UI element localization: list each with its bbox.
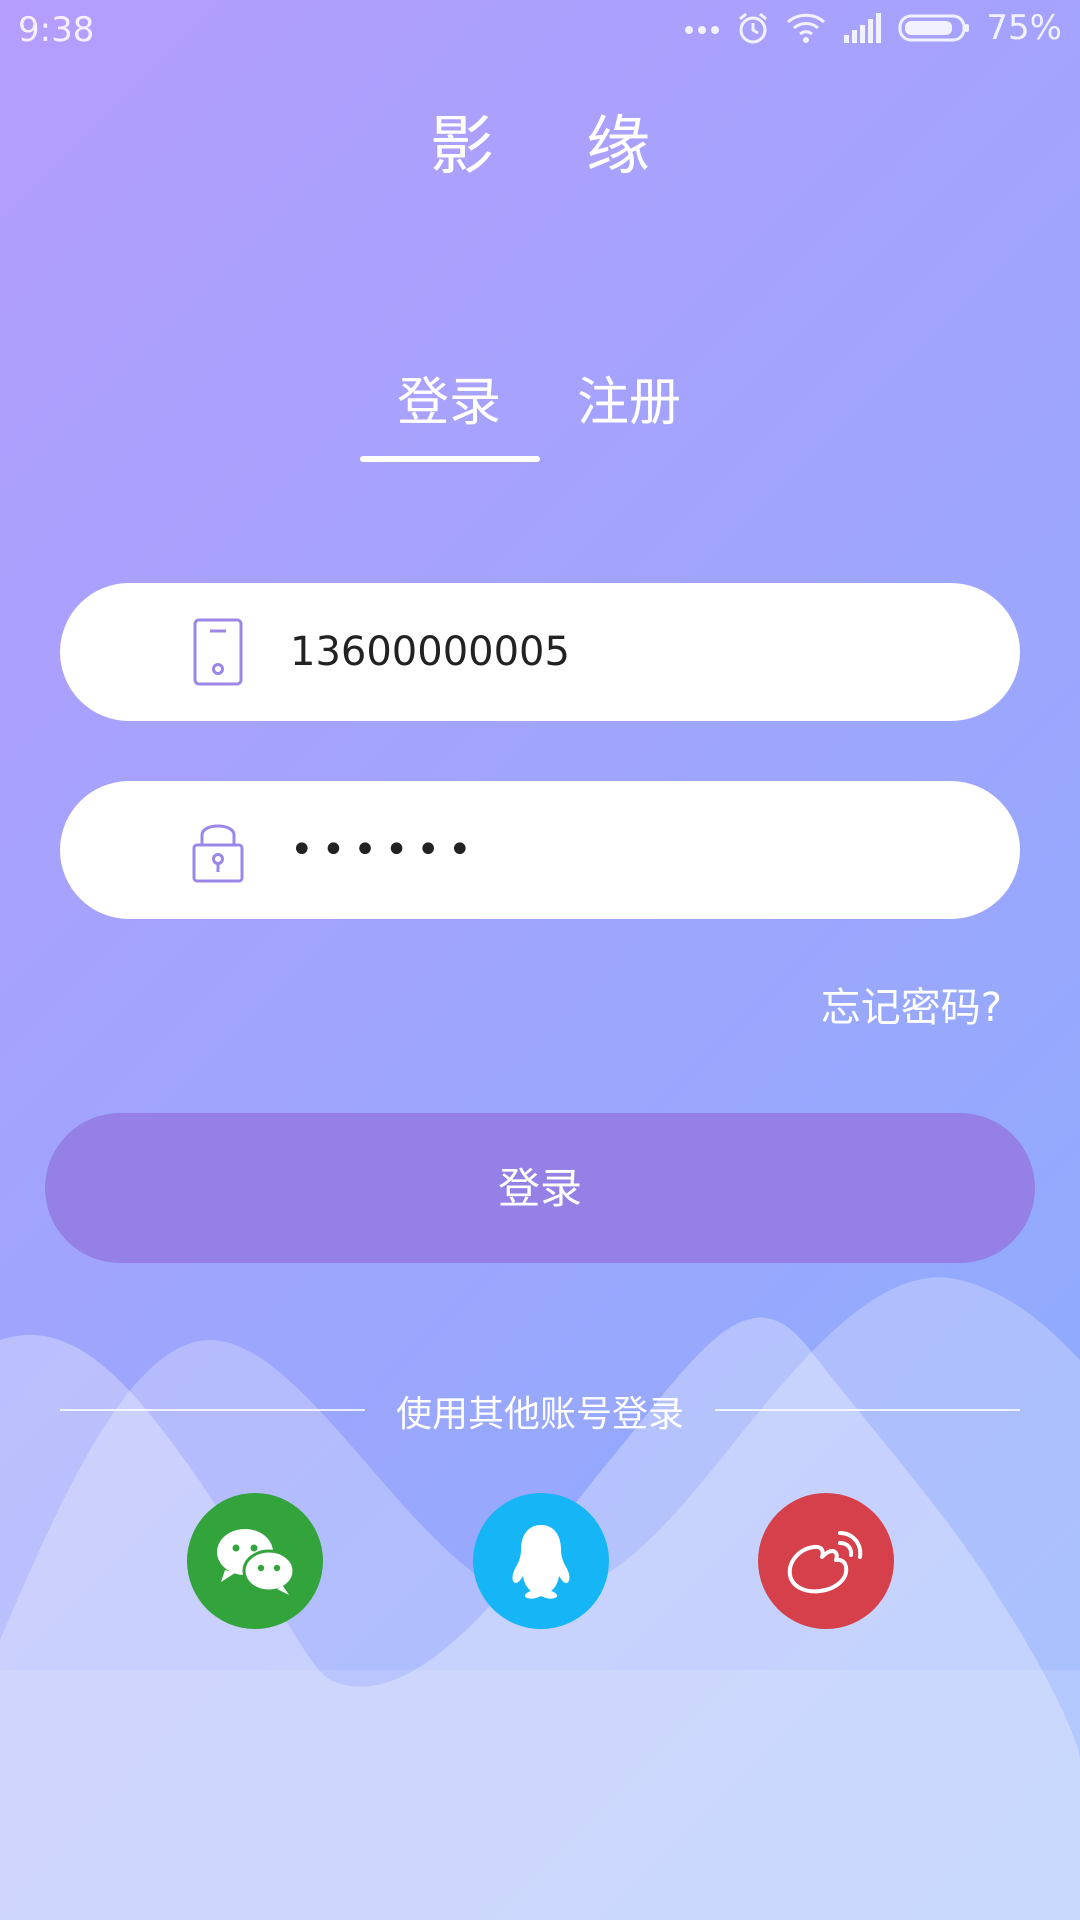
- phone-field[interactable]: [60, 583, 1020, 721]
- alarm-icon: [739, 12, 768, 44]
- status-bar: 9:38 75%: [0, 0, 1080, 60]
- battery-percent: 75%: [986, 8, 1062, 48]
- tab-active-indicator: [360, 456, 540, 462]
- wechat-login-button[interactable]: [187, 1493, 323, 1629]
- wifi-icon: [787, 13, 826, 43]
- password-input[interactable]: ••••••: [290, 815, 970, 885]
- qq-icon: [512, 1525, 570, 1599]
- weibo-icon: [787, 1531, 863, 1594]
- login-button[interactable]: 登录: [45, 1113, 1035, 1263]
- phone-input[interactable]: [290, 617, 970, 687]
- tab-register[interactable]: 注册: [577, 360, 681, 435]
- other-login-section: 使用其他账号登录: [0, 1385, 1080, 1445]
- lock-icon: [192, 824, 244, 883]
- qq-login-button[interactable]: [473, 1493, 609, 1629]
- other-login-label: 使用其他账号登录: [395, 1394, 684, 1435]
- battery-icon: [898, 14, 970, 42]
- signal-icon: [844, 13, 882, 43]
- tab-login[interactable]: 登录: [397, 360, 501, 435]
- password-field[interactable]: ••••••: [60, 781, 1020, 919]
- more-dots-icon: [685, 26, 720, 34]
- wechat-icon: [217, 1529, 296, 1595]
- auth-tabs: 登录 注册: [0, 360, 1080, 470]
- status-time: 9:38: [18, 10, 95, 50]
- login-screen: 9:38 75% 影 缘 登录 注册 13600000005 •••••• 忘记…: [0, 0, 1080, 1920]
- weibo-login-button[interactable]: [758, 1493, 894, 1629]
- forgot-password-link[interactable]: 忘记密码?: [821, 975, 1002, 1033]
- divider-right: [715, 1409, 1020, 1411]
- phone-icon: [193, 618, 243, 686]
- app-title: 影 缘: [429, 110, 687, 184]
- status-icons: 75%: [684, 8, 1062, 48]
